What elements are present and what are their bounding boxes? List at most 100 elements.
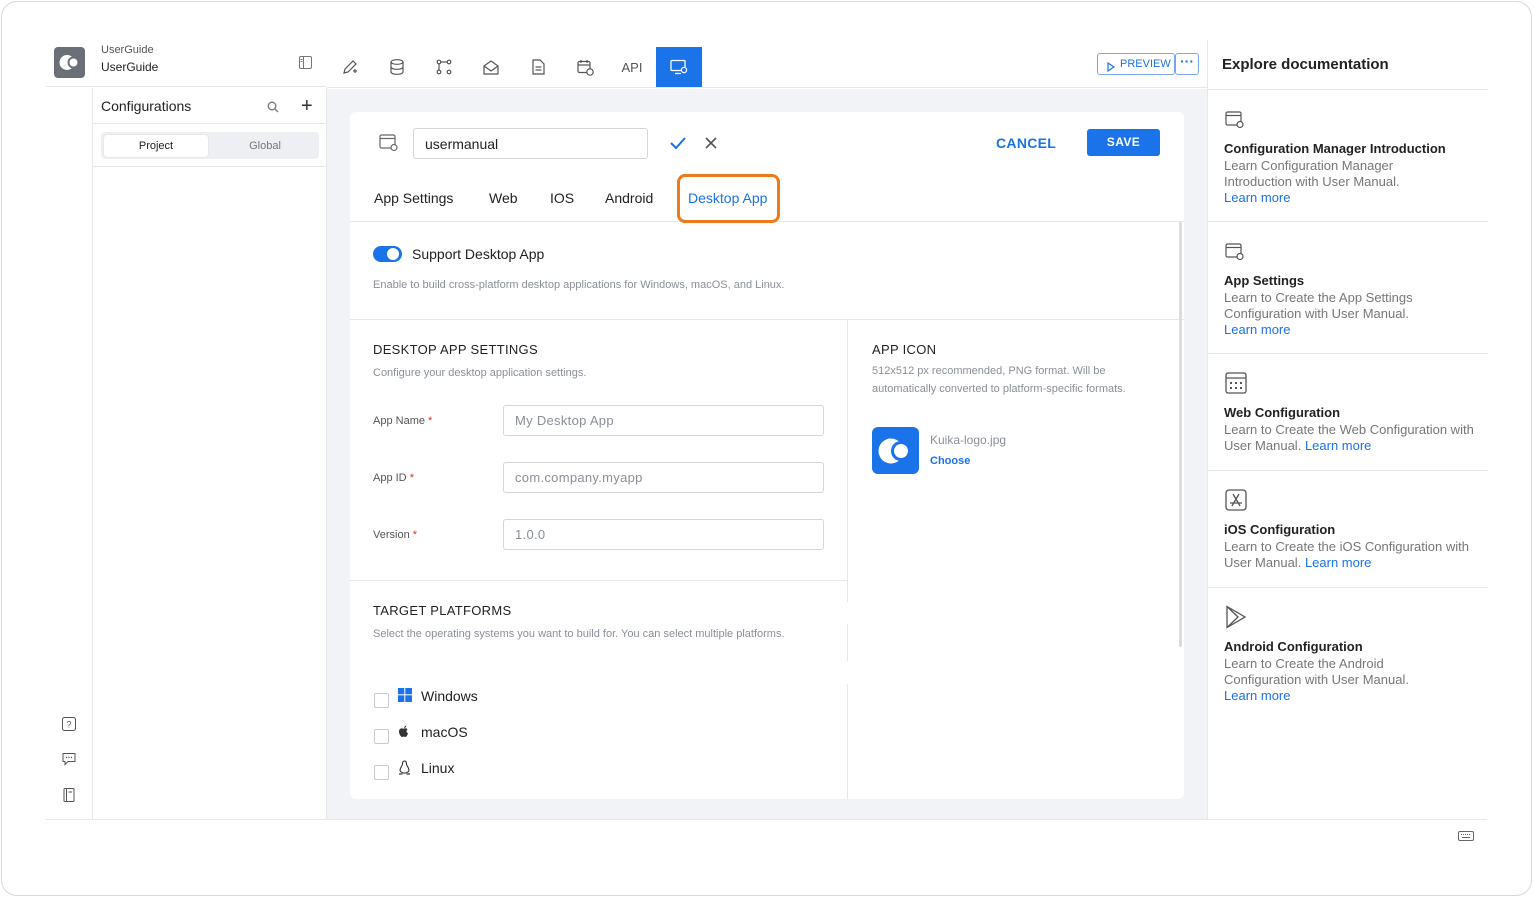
cancel-button[interactable]: CANCEL xyxy=(996,135,1056,151)
play-icon xyxy=(1107,59,1116,79)
desktop-settings-title: DESKTOP APP SETTINGS xyxy=(373,342,538,357)
doc-description: Learn to Create the Web Configuration wi… xyxy=(1224,422,1474,453)
linux-checkbox[interactable] xyxy=(374,765,389,780)
api-tab[interactable]: API xyxy=(609,47,655,87)
config-window-icon xyxy=(379,134,399,157)
doc-description: Learn Configuration Manager Introduction… xyxy=(1224,158,1400,205)
docs-book-icon[interactable] xyxy=(62,788,78,804)
preview-button[interactable]: PREVIEW xyxy=(1097,53,1175,75)
macos-checkbox[interactable] xyxy=(374,729,389,744)
divider xyxy=(847,624,848,661)
svg-text:?: ? xyxy=(66,720,71,730)
apple-icon xyxy=(398,725,410,744)
doc-description: Learn to Create the Android Configuratio… xyxy=(1224,656,1409,703)
doc-title: Configuration Manager Introduction xyxy=(1224,141,1446,156)
windows-label: Windows xyxy=(421,688,478,704)
app-store-icon xyxy=(1225,489,1247,516)
more-options-button[interactable]: ··· xyxy=(1175,53,1199,75)
learn-more-link[interactable]: Learn more xyxy=(1224,322,1290,337)
support-desktop-toggle[interactable] xyxy=(373,246,402,262)
design-pen-icon[interactable] xyxy=(327,47,373,87)
doc-item[interactable]: Android Configuration Learn to Create th… xyxy=(1208,588,1488,720)
tab-app-settings[interactable]: App Settings xyxy=(374,190,453,206)
kuika-logo xyxy=(54,47,85,78)
app-name-input[interactable]: My Desktop App xyxy=(503,405,824,436)
divider xyxy=(93,166,327,167)
version-input[interactable]: 1.0.0 xyxy=(503,519,824,550)
documentation-panel: Explore documentation Configuration Mana… xyxy=(1207,40,1488,819)
target-platforms-description: Select the operating systems you want to… xyxy=(373,628,785,640)
doc-item[interactable]: iOS Configuration Learn to Create the iO… xyxy=(1208,471,1488,588)
app-icon-preview xyxy=(872,427,919,474)
config-tabs: App Settings Web IOS Android Desktop App xyxy=(350,174,1184,223)
macos-label: macOS xyxy=(421,724,468,740)
tab-web[interactable]: Web xyxy=(489,190,518,206)
doc-description: Learn to Create the App Settings Configu… xyxy=(1224,290,1413,337)
play-store-icon xyxy=(1225,605,1247,634)
help-icon[interactable]: ? xyxy=(62,717,78,733)
divider xyxy=(847,320,848,602)
doc-item[interactable]: Configuration Manager Introduction Learn… xyxy=(1208,90,1488,222)
configuration-editor-card: usermanual CANCEL SAVE App Settings Web … xyxy=(350,112,1184,799)
windows-checkbox[interactable] xyxy=(374,693,389,708)
workspace-name: UserGuide xyxy=(101,44,154,56)
feedback-icon[interactable] xyxy=(62,752,78,768)
version-label: Version * xyxy=(373,529,418,541)
target-platforms-title: TARGET PLATFORMS xyxy=(373,603,512,618)
scope-segmented-control: Project Global xyxy=(101,132,319,159)
tab-android[interactable]: Android xyxy=(605,190,653,206)
web-calendar-icon xyxy=(1225,372,1247,399)
learn-more-link[interactable]: Learn more xyxy=(1224,688,1290,703)
keyboard-icon[interactable] xyxy=(1458,829,1474,847)
tab-ios[interactable]: IOS xyxy=(550,190,574,206)
doc-title: Web Configuration xyxy=(1224,405,1341,420)
segment-project[interactable]: Project xyxy=(104,135,208,157)
project-header: UserGuide UserGuide xyxy=(46,40,326,87)
learn-more-link[interactable]: Learn more xyxy=(1224,190,1290,205)
support-desktop-description: Enable to build cross-platform desktop a… xyxy=(373,279,785,291)
linux-label: Linux xyxy=(421,760,455,776)
app-icon-description: 512x512 px recommended, PNG format. Will… xyxy=(872,365,1126,395)
configuration-monitor-icon[interactable] xyxy=(656,47,702,87)
doc-item[interactable]: Web Configuration Learn to Create the We… xyxy=(1208,354,1488,471)
configurations-header: Configurations + xyxy=(93,88,327,124)
doc-title: iOS Configuration xyxy=(1224,522,1336,537)
confirm-check-icon[interactable] xyxy=(670,136,686,154)
divider xyxy=(350,319,1184,320)
editor-scrollbar[interactable] xyxy=(1179,222,1182,647)
learn-more-link[interactable]: Learn more xyxy=(1305,555,1371,570)
app-name-label: App Name * xyxy=(373,415,433,427)
workflow-nodes-icon[interactable] xyxy=(421,47,467,87)
app-icon-file-name: Kuika-logo.jpg xyxy=(930,433,1007,447)
project-name: UserGuide xyxy=(101,60,159,74)
doc-item[interactable]: App Settings Learn to Create the App Set… xyxy=(1208,222,1488,354)
document-icon[interactable] xyxy=(515,47,561,87)
linux-icon xyxy=(398,760,411,780)
tab-desktop-app[interactable]: Desktop App xyxy=(688,190,767,206)
app-id-input[interactable]: com.company.myapp xyxy=(503,462,824,493)
doc-description: Learn to Create the iOS Configuration wi… xyxy=(1224,539,1469,570)
divider xyxy=(46,819,1487,820)
app-id-label: App ID * xyxy=(373,472,414,484)
mail-icon[interactable] xyxy=(468,47,514,87)
configurations-title: Configurations xyxy=(101,98,192,114)
scheduler-calendar-icon[interactable] xyxy=(562,47,608,87)
config-window-icon xyxy=(1225,111,1245,134)
add-configuration-button[interactable]: + xyxy=(301,96,313,116)
support-desktop-label: Support Desktop App xyxy=(412,246,545,262)
config-window-icon xyxy=(1225,243,1245,266)
database-icon[interactable] xyxy=(374,47,420,87)
top-toolbar: API PREVIEW ··· xyxy=(327,40,1207,88)
learn-more-link[interactable]: Learn more xyxy=(1305,438,1371,453)
choose-file-link[interactable]: Choose xyxy=(930,455,970,467)
icon-rail: ? xyxy=(46,88,93,819)
preview-label: PREVIEW xyxy=(1120,58,1171,70)
configuration-name-input[interactable]: usermanual xyxy=(413,128,648,159)
docs-title: Explore documentation xyxy=(1222,56,1389,73)
search-icon[interactable] xyxy=(267,100,279,118)
windows-icon xyxy=(398,688,412,707)
save-button[interactable]: SAVE xyxy=(1087,129,1160,156)
toggle-sidebar-icon[interactable] xyxy=(299,56,312,74)
segment-global[interactable]: Global xyxy=(213,135,317,157)
close-icon[interactable] xyxy=(705,136,717,154)
